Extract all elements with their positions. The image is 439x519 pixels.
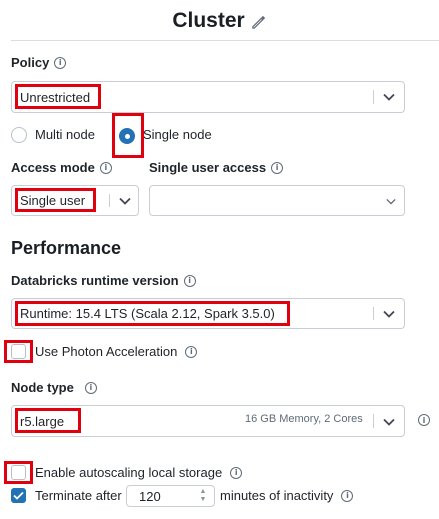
access-mode-label: Access mode i	[11, 160, 112, 175]
stepper-arrows-icon[interactable]: ▲ ▼	[196, 487, 210, 505]
info-icon[interactable]: i	[99, 161, 112, 174]
node-type-select-value: r5.large	[20, 413, 65, 429]
terminate-checkbox[interactable]	[11, 488, 26, 503]
terminate-label-after: minutes of inactivity i	[220, 488, 354, 503]
info-icon[interactable]: i	[183, 274, 196, 287]
info-icon[interactable]: i	[271, 161, 284, 174]
photon-checkbox[interactable]	[11, 344, 26, 359]
autoscaling-storage-label-text: Enable autoscaling local storage	[35, 465, 223, 480]
pencil-icon[interactable]	[251, 14, 267, 30]
single-user-access-label: Single user access i	[149, 160, 284, 175]
runtime-label: Databricks runtime version i	[11, 273, 196, 288]
policy-label: Policy i	[11, 55, 67, 70]
chevron-down-icon[interactable]	[381, 89, 397, 105]
chevron-down-icon[interactable]	[117, 193, 133, 209]
info-icon[interactable]: i	[418, 414, 430, 426]
runtime-select[interactable]: Runtime: 15.4 LTS (Scala 2.12, Spark 3.5…	[11, 298, 405, 329]
select-separator	[373, 307, 374, 320]
access-mode-label-text: Access mode	[11, 160, 95, 175]
select-separator	[373, 414, 374, 428]
performance-title: Performance	[11, 238, 122, 258]
page-header: Cluster	[0, 6, 439, 36]
autoscaling-storage-label: Enable autoscaling local storage i	[35, 465, 243, 480]
runtime-label-text: Databricks runtime version	[11, 273, 179, 288]
checkmark-icon	[13, 491, 24, 500]
node-type-label-text: Node type	[11, 380, 74, 395]
policy-select[interactable]: Unrestricted	[11, 81, 405, 113]
terminate-minutes-input[interactable]: 120 ▲ ▼	[126, 485, 215, 507]
single-node-label: Single node	[143, 127, 212, 142]
node-type-detail: 16 GB Memory, 2 Cores	[245, 413, 363, 425]
info-icon[interactable]: i	[230, 466, 243, 479]
photon-label: Use Photon Acceleration i	[35, 344, 198, 359]
autoscaling-storage-checkbox[interactable]	[11, 465, 26, 480]
access-mode-select-value: Single user	[20, 193, 86, 208]
select-separator	[109, 194, 110, 207]
terminate-minutes-value: 120	[139, 488, 161, 504]
info-icon[interactable]: i	[54, 56, 67, 69]
single-node-radio[interactable]	[119, 128, 135, 144]
terminate-label-after-text: minutes of inactivity	[220, 488, 334, 503]
single-user-access-label-text: Single user access	[149, 160, 267, 175]
runtime-select-value: Runtime: 15.4 LTS (Scala 2.12, Spark 3.5…	[20, 306, 275, 321]
select-separator	[373, 90, 374, 104]
chevron-down-icon[interactable]	[381, 414, 397, 430]
chevron-down-icon[interactable]	[383, 193, 399, 209]
photon-label-text: Use Photon Acceleration	[35, 344, 178, 359]
access-mode-select[interactable]: Single user	[11, 185, 139, 216]
info-icon[interactable]: i	[341, 489, 354, 502]
header-divider	[11, 40, 439, 41]
info-icon[interactable]: i	[185, 345, 198, 358]
multi-node-label: Multi node	[35, 127, 95, 142]
policy-select-value: Unrestricted	[20, 89, 91, 105]
node-type-label: Node type i	[11, 380, 97, 395]
single-user-access-select[interactable]	[149, 185, 405, 216]
policy-label-text: Policy	[11, 55, 50, 70]
page-title: Cluster	[172, 9, 245, 32]
info-icon[interactable]: i	[84, 381, 97, 394]
terminate-label-before: Terminate after	[35, 488, 122, 503]
chevron-down-icon[interactable]	[381, 306, 397, 322]
multi-node-radio[interactable]	[11, 127, 27, 143]
